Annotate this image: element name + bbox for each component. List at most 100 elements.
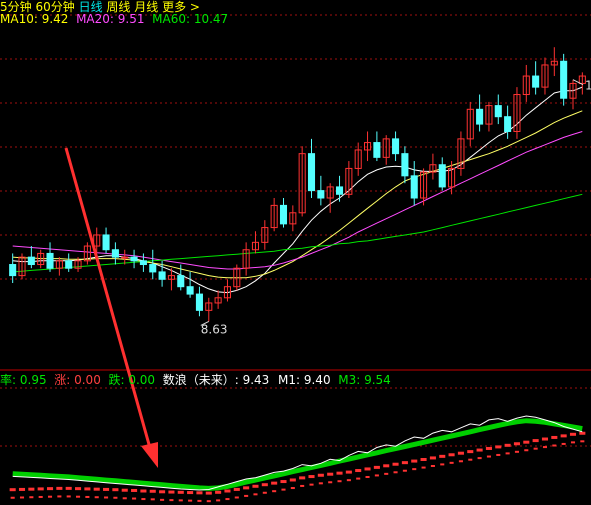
ma-legend: MA10: 9.42 MA20: 9.51 MA60: 10.47 <box>0 12 228 26</box>
indicator-red-block <box>364 467 371 471</box>
indicator-red-dot <box>178 499 183 502</box>
indicator-red-block <box>299 476 306 480</box>
candle-down <box>195 293 203 311</box>
indicator-red-block <box>215 490 222 494</box>
candle-down <box>149 264 157 273</box>
ind-value: 0.00 <box>74 373 101 387</box>
indicator-red-dot <box>384 472 389 475</box>
indicator-red-dot <box>94 496 99 499</box>
indicator-red-block <box>560 434 567 438</box>
annotation-high-label: 12.34 <box>585 79 591 93</box>
indicator-red-block <box>513 442 520 446</box>
candle-down <box>560 60 568 99</box>
m3-value: 9.54 <box>364 373 391 387</box>
indicator-red-block <box>327 472 334 476</box>
ma60-label: MA60 <box>152 12 186 26</box>
indicator-red-dot <box>160 498 165 501</box>
candle-down <box>279 204 288 225</box>
indicator-red-block <box>65 486 72 490</box>
indicator-red-block <box>373 465 380 469</box>
indicator-red-block <box>579 431 586 435</box>
indicator-red-dot <box>514 450 519 453</box>
indicator-red-dot <box>356 477 361 480</box>
indicator-red-dot <box>132 497 137 500</box>
candle-down <box>46 252 54 269</box>
indicator-red-dot <box>552 444 557 447</box>
indicator-red-block <box>121 488 128 492</box>
ma10-label: MA10 <box>0 12 34 26</box>
indicator-red-block <box>187 491 194 495</box>
ind-label: 跌 <box>108 373 121 387</box>
indicator-red-block <box>93 487 100 491</box>
ind-label: 率 <box>0 373 13 387</box>
ma20-label: MA20 <box>76 12 110 26</box>
candle-down <box>102 234 110 251</box>
indicator-red-block <box>317 473 324 477</box>
indicator-red-dot <box>337 480 342 483</box>
indicator-red-dot <box>402 469 407 472</box>
indicator-legend: 率: 0.95 涨: 0.00 跌: 0.00 数浪（未来）: 9.43 <box>0 373 269 387</box>
candle-up <box>121 256 129 259</box>
indicator-red-dot <box>440 463 445 466</box>
indicator-red-block <box>140 489 147 493</box>
indicator-red-dot <box>458 460 463 463</box>
indicator-red-dot <box>533 447 538 450</box>
ind-value: 9.43 <box>242 373 270 387</box>
indicator-red-block <box>177 490 184 494</box>
indicator-red-dot <box>505 452 510 455</box>
indicator-red-dot <box>281 488 286 491</box>
indicator-red-block <box>224 489 231 493</box>
indicator-red-block <box>429 456 436 460</box>
indicator-red-dot <box>38 495 43 498</box>
indicator-red-block <box>243 486 250 490</box>
candle-down <box>317 190 325 199</box>
indicator-red-dot <box>85 495 90 498</box>
indicator-red-block <box>439 454 446 458</box>
candle-down <box>65 260 73 269</box>
indicator-red-dot <box>10 496 15 499</box>
indicator-red-dot <box>346 479 351 482</box>
m1-colon: : <box>296 373 304 387</box>
indicator-red-block <box>149 489 156 493</box>
indicator-red-block <box>168 490 175 494</box>
candle-down <box>27 256 35 266</box>
ind-label: 涨 <box>54 373 67 387</box>
indicator-red-block <box>308 475 315 479</box>
indicator-red-dot <box>197 499 202 502</box>
candle-down <box>401 153 409 177</box>
candle-down <box>410 175 418 199</box>
m3-colon: : <box>356 373 365 387</box>
indicator-red-dot <box>66 495 71 498</box>
indicator-red-dot <box>318 482 323 485</box>
indicator-red-dot <box>486 455 491 458</box>
candle-down <box>307 153 316 192</box>
indicator-red-dot <box>169 499 174 502</box>
indicator-red-block <box>196 491 203 495</box>
indicator-red-dot <box>206 500 211 503</box>
indicator-red-dot <box>421 466 426 469</box>
indicator-red-block <box>205 491 212 495</box>
indicator-red-block <box>28 487 35 491</box>
indicator-red-dot <box>104 496 109 499</box>
indicator-red-block <box>261 483 268 487</box>
indicator-red-dot <box>477 457 482 460</box>
indicator-red-dot <box>393 471 398 474</box>
indicator-red-dot <box>300 484 305 487</box>
ma10-value: 9.42 <box>41 12 69 26</box>
indicator-red-block <box>336 471 343 475</box>
ma20-colon: : <box>109 12 118 26</box>
indicator-red-dot <box>496 453 501 456</box>
indicator-red-block <box>569 432 577 436</box>
indicator-red-block <box>252 484 259 488</box>
candle-down <box>9 264 17 277</box>
indicator-red-dot <box>580 440 585 443</box>
indicator-red-block <box>9 488 16 492</box>
indicator-red-block <box>476 448 483 452</box>
indicator-red-block <box>37 487 44 491</box>
indicator-red-block <box>523 440 530 444</box>
candle-down <box>532 75 540 88</box>
candle-down <box>186 286 194 295</box>
candle-down <box>158 271 166 280</box>
ind-colon: : <box>234 373 243 387</box>
ma20-value: 9.51 <box>117 12 145 26</box>
